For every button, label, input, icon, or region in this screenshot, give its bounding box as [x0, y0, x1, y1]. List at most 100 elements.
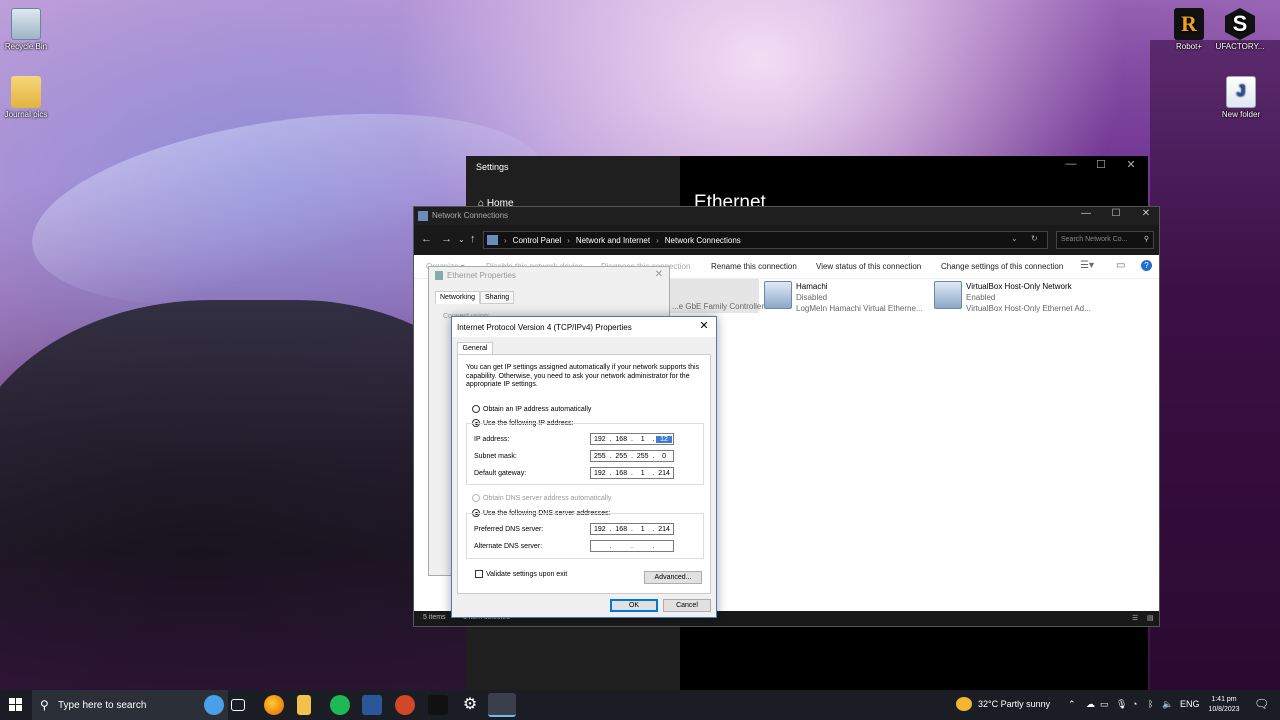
- checkbox[interactable]: [475, 570, 483, 578]
- ip-address-input[interactable]: 192. 168. 1. 12: [590, 433, 674, 445]
- ok-button[interactable]: OK: [610, 599, 658, 612]
- search-icon: ⚲: [40, 698, 49, 712]
- octet: 192: [594, 435, 606, 443]
- breadcrumb-separator: ›: [656, 236, 659, 245]
- subnet-mask-input[interactable]: 255. 255. 255. 0: [590, 450, 674, 462]
- refresh-icon[interactable]: ↻: [1031, 234, 1038, 243]
- document-icon: J: [1226, 76, 1256, 108]
- network-folder-icon: [418, 211, 428, 221]
- up-arrow-icon[interactable]: ↑: [470, 233, 476, 245]
- microphone-icon[interactable]: 🎙: [1116, 699, 1127, 710]
- ufactory-taskbar-icon[interactable]: [428, 695, 448, 715]
- octet: 192: [594, 525, 606, 533]
- octet: 168: [615, 525, 628, 533]
- file-explorer-icon[interactable]: [297, 695, 311, 715]
- settings-close-button[interactable]: ✕: [1116, 158, 1146, 176]
- close-icon[interactable]: ✕: [696, 319, 712, 335]
- obtain-ip-auto-radio[interactable]: Obtain an IP address automatically: [472, 405, 591, 413]
- alternate-dns-row: Alternate DNS server: . . .: [474, 540, 674, 552]
- adapter-ethernet[interactable]: ...e GbE Family Controller: [672, 301, 764, 312]
- firefox-icon[interactable]: [264, 695, 284, 715]
- breadcrumb-network-connections[interactable]: Network Connections: [665, 236, 741, 245]
- weather-icon[interactable]: [956, 697, 972, 711]
- recent-chevron-icon[interactable]: ⌄: [458, 235, 465, 244]
- desktop-icon-label: Recycle Bin: [4, 42, 48, 51]
- search-highlight-icon[interactable]: [204, 695, 224, 715]
- validate-settings-checkbox[interactable]: Validate settings upon exit: [475, 570, 567, 578]
- minimize-button[interactable]: —: [1071, 208, 1101, 219]
- tab-sharing[interactable]: Sharing: [480, 291, 515, 304]
- advanced-button[interactable]: Advanced...: [644, 571, 702, 584]
- network-wifi-icon[interactable]: ◔: [1132, 699, 1137, 709]
- rename-button[interactable]: Rename this connection: [711, 262, 797, 271]
- breadcrumb-control-panel[interactable]: Control Panel: [513, 236, 561, 245]
- windows-start-icon[interactable]: [9, 698, 22, 711]
- checkbox-label: Validate settings upon exit: [486, 570, 568, 578]
- control-panel-icon: [487, 235, 498, 245]
- field-label: Alternate DNS server:: [474, 542, 543, 550]
- task-view-icon[interactable]: [231, 699, 245, 711]
- back-arrow-icon[interactable]: ←: [421, 233, 432, 245]
- octet: 214: [658, 469, 670, 477]
- dialog-title: Internet Protocol Version 4 (TCP/IPv4) P…: [457, 323, 632, 332]
- tiles-view-icon[interactable]: ▤: [1147, 614, 1154, 622]
- spotify-icon[interactable]: [330, 695, 350, 715]
- battery-icon[interactable]: ▭: [1100, 699, 1109, 710]
- desktop-icon-ufactory[interactable]: S UFACTORY...: [1208, 8, 1272, 51]
- radio-button[interactable]: [472, 494, 480, 502]
- close-button[interactable]: ✕: [1131, 208, 1161, 219]
- octet: 192: [594, 469, 606, 477]
- weather-text[interactable]: 32°C Partly sunny: [978, 699, 1050, 709]
- desktop-icon-new-folder[interactable]: J New folder: [1209, 76, 1273, 119]
- alternate-dns-input[interactable]: . . .: [590, 540, 674, 552]
- address-dropdown-icon[interactable]: ⌄: [1011, 234, 1018, 243]
- language-indicator[interactable]: ENG: [1180, 699, 1200, 709]
- settings-maximize-button[interactable]: ☐: [1086, 158, 1116, 176]
- robot-app-icon: R: [1174, 8, 1204, 40]
- settings-title: Settings: [476, 162, 509, 172]
- preview-pane-icon[interactable]: ▭: [1116, 260, 1125, 271]
- taskbar: ⚲ Type here to search ⚙ 32°C Partly sunn…: [0, 690, 1280, 720]
- folder-icon: [11, 76, 41, 108]
- obtain-dns-auto-radio[interactable]: Obtain DNS server address automatically: [472, 494, 611, 502]
- onedrive-icon[interactable]: ☁: [1086, 699, 1095, 710]
- bluetooth-icon[interactable]: ᛒ: [1148, 699, 1153, 709]
- close-icon[interactable]: ✕: [655, 269, 663, 280]
- breadcrumb-network-internet[interactable]: Network and Internet: [576, 236, 650, 245]
- change-settings-button[interactable]: Change settings of this connection: [941, 262, 1063, 271]
- adapter-virtualbox[interactable]: VirtualBox Host-Only Network Enabled Vir…: [934, 281, 1091, 314]
- powerpoint-icon[interactable]: [395, 695, 415, 715]
- dns-settings-group: [466, 513, 704, 559]
- tab-strip: Networking Sharing: [435, 291, 515, 304]
- radio-button[interactable]: [472, 405, 480, 413]
- help-icon[interactable]: ?: [1141, 260, 1152, 271]
- default-gateway-input[interactable]: 192. 168. 1. 214: [590, 467, 674, 479]
- details-view-icon[interactable]: ☰: [1132, 614, 1138, 622]
- cancel-button[interactable]: Cancel: [663, 599, 711, 612]
- settings-gear-icon[interactable]: ⚙: [460, 695, 480, 715]
- volume-icon[interactable]: 🔈: [1162, 699, 1173, 710]
- octet: 255: [636, 452, 649, 460]
- clock[interactable]: 1:41 pm 10/8/2023: [1198, 695, 1250, 715]
- settings-minimize-button[interactable]: —: [1056, 158, 1086, 176]
- forward-arrow-icon[interactable]: →: [441, 233, 452, 245]
- preferred-dns-input[interactable]: 192. 168. 1. 214: [590, 523, 674, 535]
- tab-networking[interactable]: Networking: [435, 291, 481, 304]
- network-connections-taskbar-icon[interactable]: [488, 693, 516, 717]
- desktop-icon-recycle-bin[interactable]: Recycle Bin: [0, 8, 58, 51]
- address-bar[interactable]: › Control Panel › Network and Internet ›…: [483, 231, 1048, 249]
- taskbar-search[interactable]: ⚲ Type here to search: [32, 690, 228, 720]
- search-placeholder: Type here to search: [58, 700, 147, 711]
- view-status-button[interactable]: View status of this connection: [816, 262, 921, 271]
- maximize-button[interactable]: ☐: [1101, 208, 1131, 219]
- search-box[interactable]: Search Network Co... ⚲: [1056, 231, 1154, 249]
- octet: 168: [615, 435, 628, 443]
- view-options-icon[interactable]: ☰▾: [1080, 260, 1094, 271]
- adapter-hamachi[interactable]: Hamachi Disabled LogMeIn Hamachi Virtual…: [764, 281, 923, 314]
- intro-text: You can get IP settings assigned automat…: [466, 364, 700, 388]
- desktop-icon-journal-pics[interactable]: Journal pics: [0, 76, 58, 119]
- word-icon[interactable]: [362, 695, 382, 715]
- adapter-status: Disabled: [796, 293, 828, 302]
- notifications-icon[interactable]: 🗨: [1254, 697, 1269, 711]
- show-hidden-icons-chevron-icon[interactable]: ⌃: [1068, 699, 1076, 710]
